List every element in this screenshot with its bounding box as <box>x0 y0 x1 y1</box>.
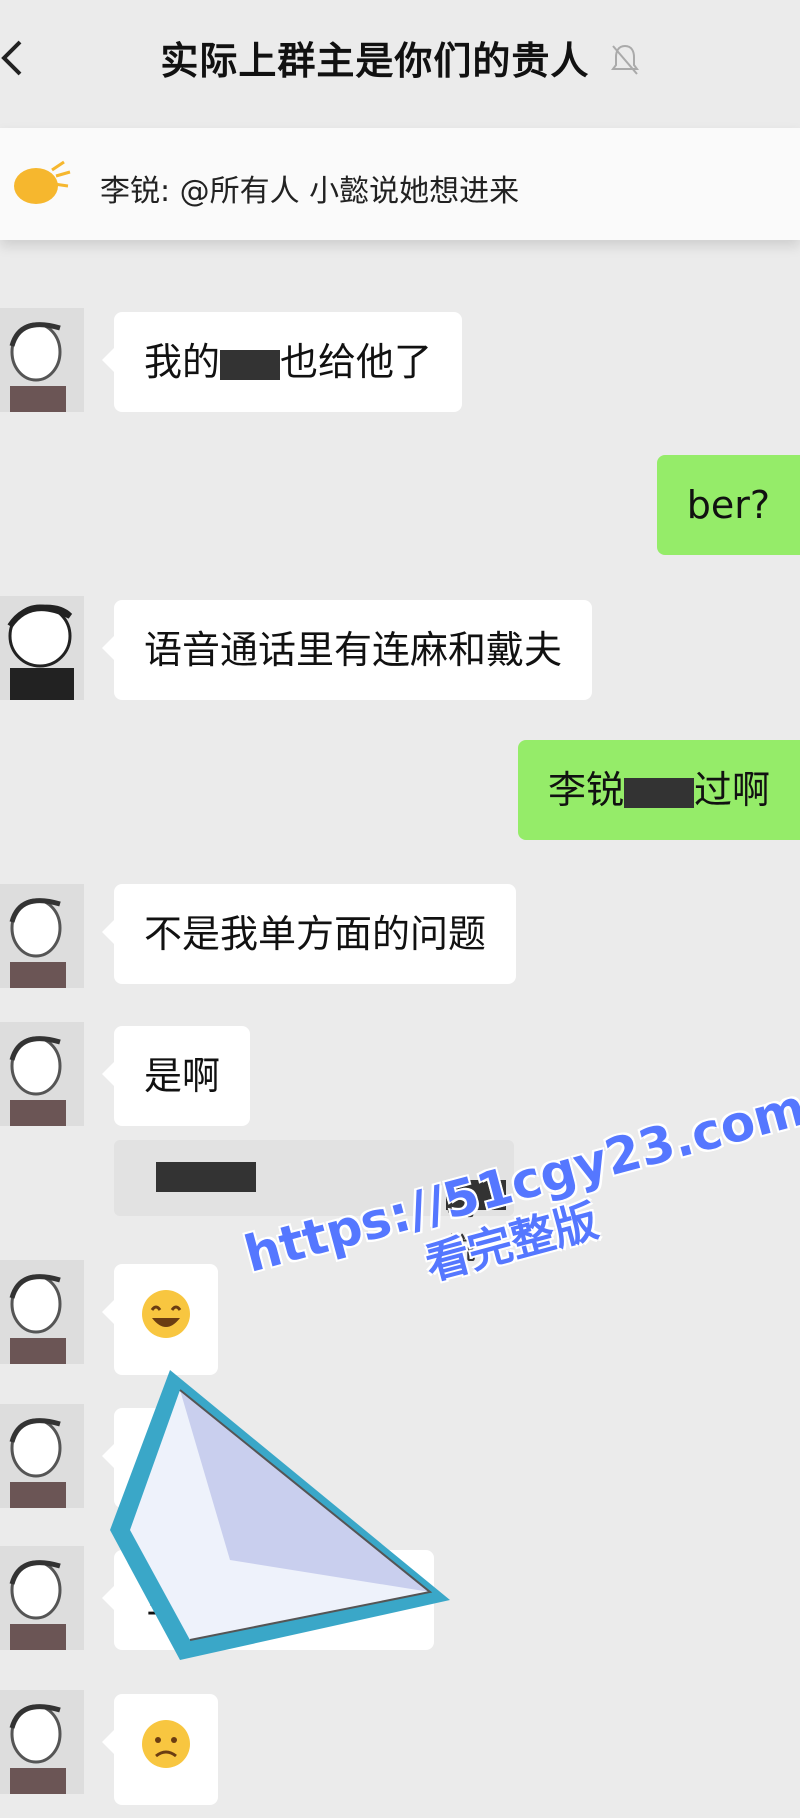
message-bubble[interactable] <box>102 1264 218 1375</box>
message-bubble[interactable]: 语音通话里有连麻和戴夫 <box>101 600 593 700</box>
chat-title-text: 实际上群主是你们的贵人 <box>160 39 590 83</box>
message-bubble-self[interactable]: ber? <box>656 455 800 555</box>
message-text: 不是我单方面的问题 <box>144 912 487 956</box>
message-text: 李锐 <box>547 768 624 812</box>
chat-header: 实际上群主是你们的贵人 <box>0 0 800 120</box>
avatar[interactable] <box>0 1404 84 1508</box>
chat-title: 实际上群主是你们的贵人 <box>0 30 800 86</box>
message-bubble[interactable]: 不是我单方面的问题 <box>101 884 517 984</box>
avatar[interactable] <box>0 596 84 700</box>
message-text-2: 过啊 <box>693 768 770 812</box>
message-text: 语音通话里有连麻和戴夫 <box>144 628 563 672</box>
message-bubble[interactable]: 我的 也给他了 <box>101 312 463 412</box>
pinned-announcement[interactable]: 李锐: @所有人 小懿说她想进来 <box>0 128 800 240</box>
redaction-block <box>156 1162 256 1192</box>
message-text: ber? <box>686 483 770 527</box>
laughing-emoji-icon <box>140 1290 192 1349</box>
avatar[interactable] <box>0 1690 84 1794</box>
message-text-2: 也给他了 <box>280 340 433 384</box>
megaphone-icon <box>12 158 72 214</box>
avatar[interactable] <box>0 1022 84 1126</box>
redaction-block <box>220 349 281 380</box>
pinned-text: 李锐: @所有人 小懿说她想进来 <box>100 174 520 209</box>
avatar[interactable] <box>0 1546 84 1650</box>
avatar[interactable] <box>0 308 84 412</box>
worried-emoji-icon <box>140 1720 192 1779</box>
message-text: 是啊 <box>144 1054 221 1098</box>
redaction-block <box>623 777 694 808</box>
message-bubble[interactable] <box>102 1694 218 1805</box>
message-bubble-self[interactable]: 李锐 过啊 <box>517 740 800 840</box>
mute-bell-icon <box>610 42 640 86</box>
message-text: 我的 <box>144 340 221 384</box>
paper-plane-icon <box>100 1360 460 1680</box>
message-bubble[interactable]: 是啊 <box>101 1026 251 1126</box>
avatar[interactable] <box>0 884 84 988</box>
avatar[interactable] <box>0 1260 84 1364</box>
